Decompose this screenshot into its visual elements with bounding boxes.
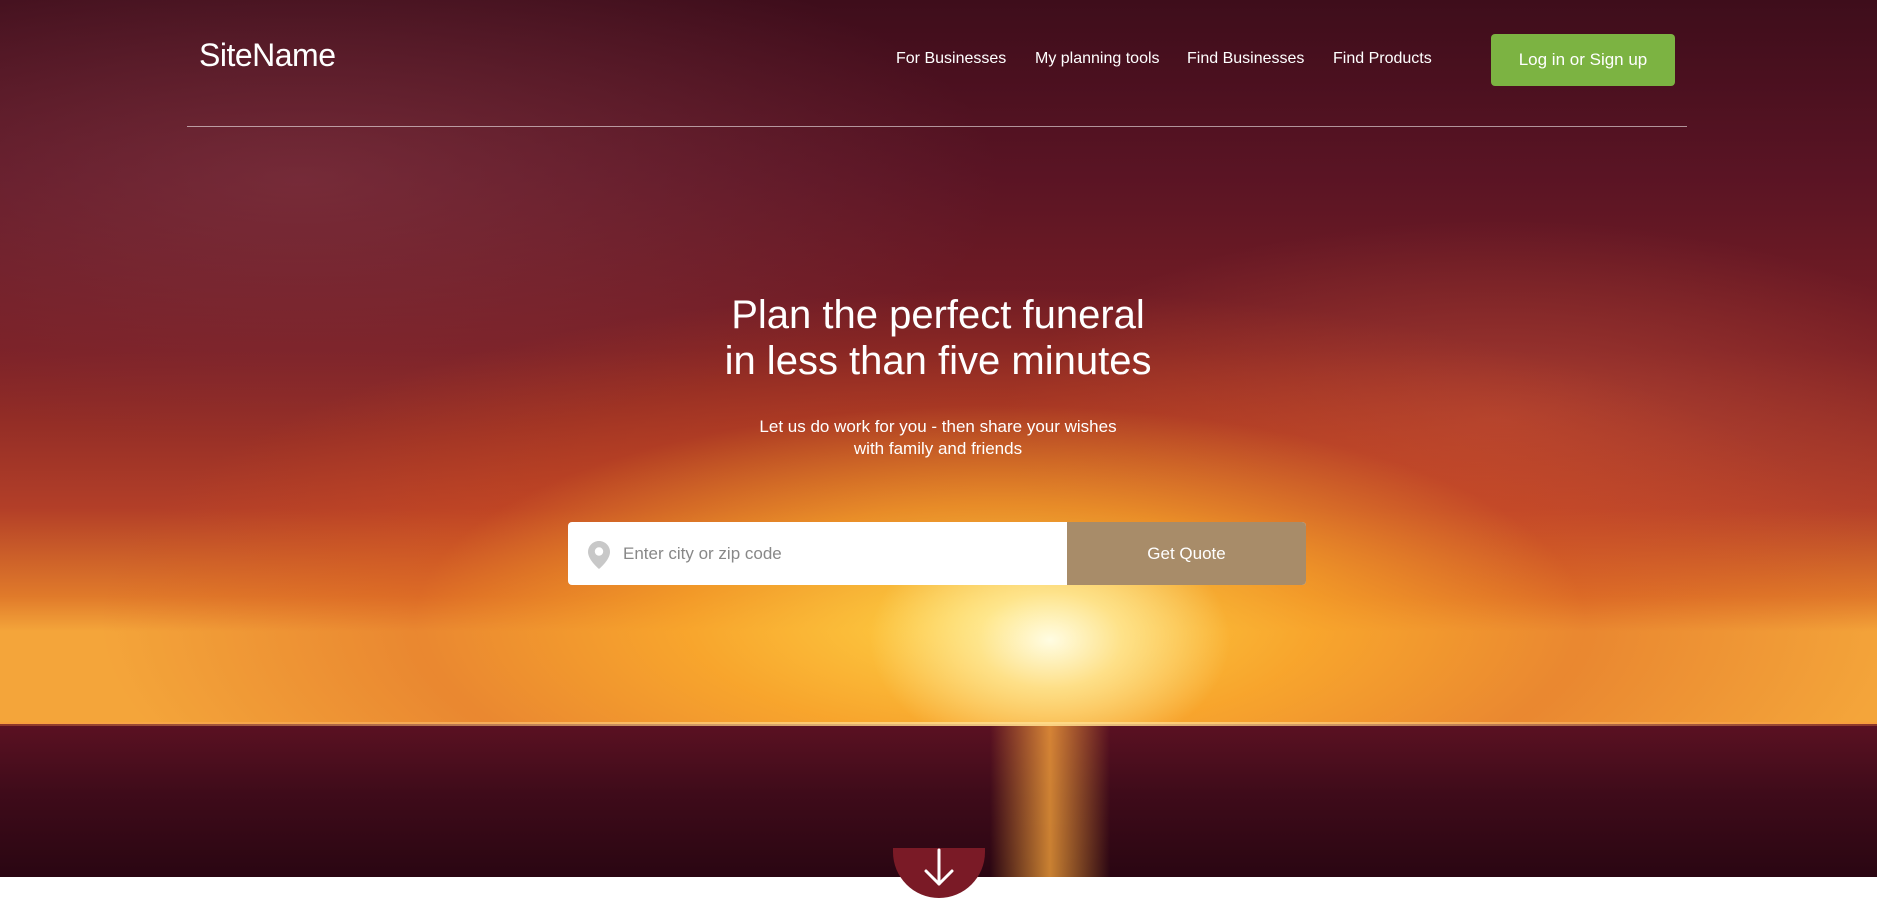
site-logo[interactable]: SiteName <box>199 37 336 74</box>
nav-find-products[interactable]: Find Products <box>1333 50 1432 68</box>
get-quote-button[interactable]: Get Quote <box>1067 522 1306 585</box>
map-pin-icon <box>588 541 610 569</box>
location-search-input[interactable] <box>623 522 1063 585</box>
hero-subtitle: Let us do work for you - then share your… <box>688 416 1188 460</box>
headline-line-1: Plan the perfect funeral <box>731 293 1145 337</box>
horizon-line <box>0 722 1877 726</box>
nav-for-businesses[interactable]: For Businesses <box>896 50 1006 68</box>
login-signup-button[interactable]: Log in or Sign up <box>1491 34 1675 86</box>
subtitle-line-2: with family and friends <box>853 439 1023 458</box>
location-search-form: Get Quote <box>568 522 1306 585</box>
subtitle-line-1: Let us do work for you - then share your… <box>759 417 1117 436</box>
hero-headline: Plan the perfect funeral in less than fi… <box>538 292 1338 384</box>
header-divider <box>187 126 1687 127</box>
arrow-down-icon[interactable] <box>922 848 956 888</box>
nav-my-planning-tools[interactable]: My planning tools <box>1035 50 1160 68</box>
headline-line-2: in less than five minutes <box>724 339 1152 383</box>
sea-sun-reflection <box>990 724 1110 877</box>
nav-find-businesses[interactable]: Find Businesses <box>1187 50 1304 68</box>
